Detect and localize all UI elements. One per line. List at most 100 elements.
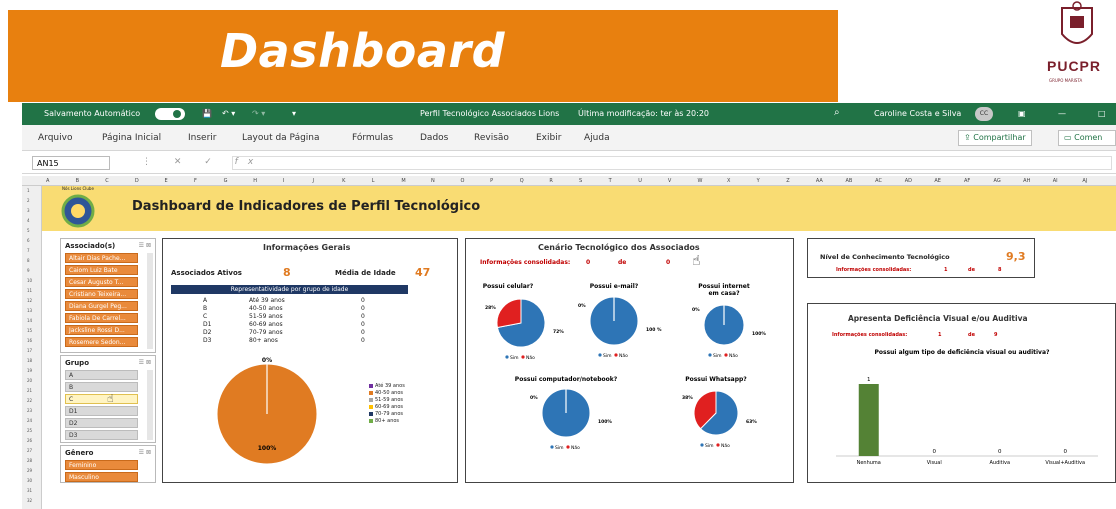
row-header[interactable]: 22	[27, 398, 32, 403]
column-header[interactable]: T	[609, 178, 612, 184]
row-header[interactable]: 32	[27, 498, 32, 503]
column-header[interactable]: B	[76, 178, 79, 184]
row-header[interactable]: 31	[27, 488, 32, 493]
row-header[interactable]: 25	[27, 428, 32, 433]
column-header[interactable]: V	[668, 178, 671, 184]
column-header[interactable]: N	[431, 178, 435, 184]
slicer-item[interactable]: Cristiano Teixeira...	[65, 289, 138, 299]
row-header[interactable]: 21	[27, 388, 32, 393]
row-header[interactable]: 20	[27, 378, 32, 383]
row-header[interactable]: 4	[27, 218, 30, 223]
ribbon-display-icon[interactable]: ▣	[1018, 109, 1026, 118]
column-header[interactable]: J	[313, 178, 314, 184]
column-header[interactable]: C	[105, 178, 109, 184]
slicer-item[interactable]: A	[65, 370, 138, 380]
column-header[interactable]: P	[490, 178, 493, 184]
share-button[interactable]: ⇪ Compartilhar	[958, 130, 1032, 146]
tab-formulas[interactable]: Fórmulas	[352, 133, 393, 143]
slicer-scrollbar[interactable]	[147, 253, 153, 349]
row-header[interactable]: 24	[27, 418, 32, 423]
slicer-item[interactable]: Rosemere Sedon...	[65, 337, 138, 347]
column-header[interactable]: Y	[757, 178, 760, 184]
column-header[interactable]: AD	[905, 178, 912, 184]
column-header[interactable]: G	[224, 178, 228, 184]
column-header[interactable]: K	[342, 178, 345, 184]
column-header[interactable]: M	[401, 178, 405, 184]
slicer-item[interactable]: Jacksline Rossi D...	[65, 325, 138, 335]
column-header[interactable]: S	[579, 178, 582, 184]
column-header[interactable]: A	[46, 178, 49, 184]
tab-dados[interactable]: Dados	[420, 133, 448, 143]
autosave-toggle[interactable]	[155, 108, 185, 120]
column-header[interactable]: AB	[846, 178, 853, 184]
avatar[interactable]: CC	[975, 107, 993, 121]
column-header[interactable]: E	[164, 178, 167, 184]
slicer-item[interactable]: D3	[65, 430, 138, 440]
row-header[interactable]: 26	[27, 438, 32, 443]
row-header[interactable]: 28	[27, 458, 32, 463]
column-header[interactable]: AH	[1023, 178, 1030, 184]
minimize-icon[interactable]: —	[1058, 109, 1066, 118]
row-header[interactable]: 7	[27, 248, 30, 253]
undo-icon[interactable]: ↶ ▾	[222, 109, 235, 118]
row-header[interactable]: 12	[27, 298, 32, 303]
row-header[interactable]: 15	[27, 328, 32, 333]
column-header[interactable]: W	[697, 178, 702, 184]
column-header[interactable]: AF	[964, 178, 970, 184]
column-header[interactable]: AJ	[1082, 178, 1087, 184]
slicer-item[interactable]: Fabiola De Carrel...	[65, 313, 138, 323]
row-header[interactable]: 27	[27, 448, 32, 453]
row-header[interactable]: 2	[27, 198, 30, 203]
row-header[interactable]: 6	[27, 238, 30, 243]
column-header[interactable]: AI	[1053, 178, 1058, 184]
tab-layout[interactable]: Layout da Página	[242, 133, 320, 143]
tab-inserir[interactable]: Inserir	[188, 133, 217, 143]
row-header[interactable]: 19	[27, 368, 32, 373]
column-header[interactable]: AG	[994, 178, 1001, 184]
redo-icon[interactable]: ↷ ▾	[252, 109, 265, 118]
filter-clear-icon[interactable]: ☰ ⊠	[139, 242, 151, 249]
slicer-item[interactable]: Altair Dias Pache...	[65, 253, 138, 263]
row-header[interactable]: 8	[27, 258, 30, 263]
row-header[interactable]: 3	[27, 208, 30, 213]
row-header[interactable]: 29	[27, 468, 32, 473]
column-header[interactable]: H	[253, 178, 257, 184]
column-header[interactable]: D	[135, 178, 139, 184]
restore-icon[interactable]: □	[1098, 109, 1106, 118]
filter-clear-icon[interactable]: ☰ ⊠	[139, 359, 151, 366]
formula-input[interactable]	[232, 156, 1112, 170]
row-header[interactable]: 16	[27, 338, 32, 343]
row-header[interactable]: 18	[27, 358, 32, 363]
column-header[interactable]: I	[283, 178, 284, 184]
row-header[interactable]: 9	[27, 268, 30, 273]
tab-ajuda[interactable]: Ajuda	[584, 133, 610, 143]
column-header[interactable]: Q	[520, 178, 524, 184]
slicer-item[interactable]: B	[65, 382, 138, 392]
slicer-item[interactable]: D2	[65, 418, 138, 428]
column-header[interactable]: AE	[934, 178, 941, 184]
name-box[interactable]: AN15	[32, 156, 110, 170]
column-header[interactable]: R	[549, 178, 552, 184]
slicer-item[interactable]: Feminino	[65, 460, 138, 470]
row-header[interactable]: 1	[27, 188, 30, 193]
comments-button[interactable]: ▭ Comen	[1058, 130, 1116, 146]
slicer-scrollbar[interactable]	[147, 370, 153, 440]
row-header[interactable]: 11	[27, 288, 32, 293]
column-header[interactable]: F	[194, 178, 197, 184]
save-icon[interactable]: 💾	[202, 109, 212, 118]
tab-exibir[interactable]: Exibir	[536, 133, 561, 143]
row-header[interactable]: 14	[27, 318, 32, 323]
filter-clear-icon[interactable]: ☰ ⊠	[139, 449, 151, 456]
row-header[interactable]: 5	[27, 228, 30, 233]
tab-arquivo[interactable]: Arquivo	[38, 133, 72, 143]
column-header[interactable]: L	[372, 178, 375, 184]
column-header[interactable]: AA	[816, 178, 823, 184]
column-header[interactable]: Z	[786, 178, 789, 184]
slicer-item[interactable]: Cesar Augusto T...	[65, 277, 138, 287]
slicer-item-selected[interactable]: C	[65, 394, 138, 404]
slicer-item[interactable]: D1	[65, 406, 138, 416]
search-icon[interactable]: ⌕	[834, 107, 840, 118]
column-header[interactable]: O	[461, 178, 465, 184]
column-header[interactable]: U	[638, 178, 642, 184]
row-header[interactable]: 23	[27, 408, 32, 413]
